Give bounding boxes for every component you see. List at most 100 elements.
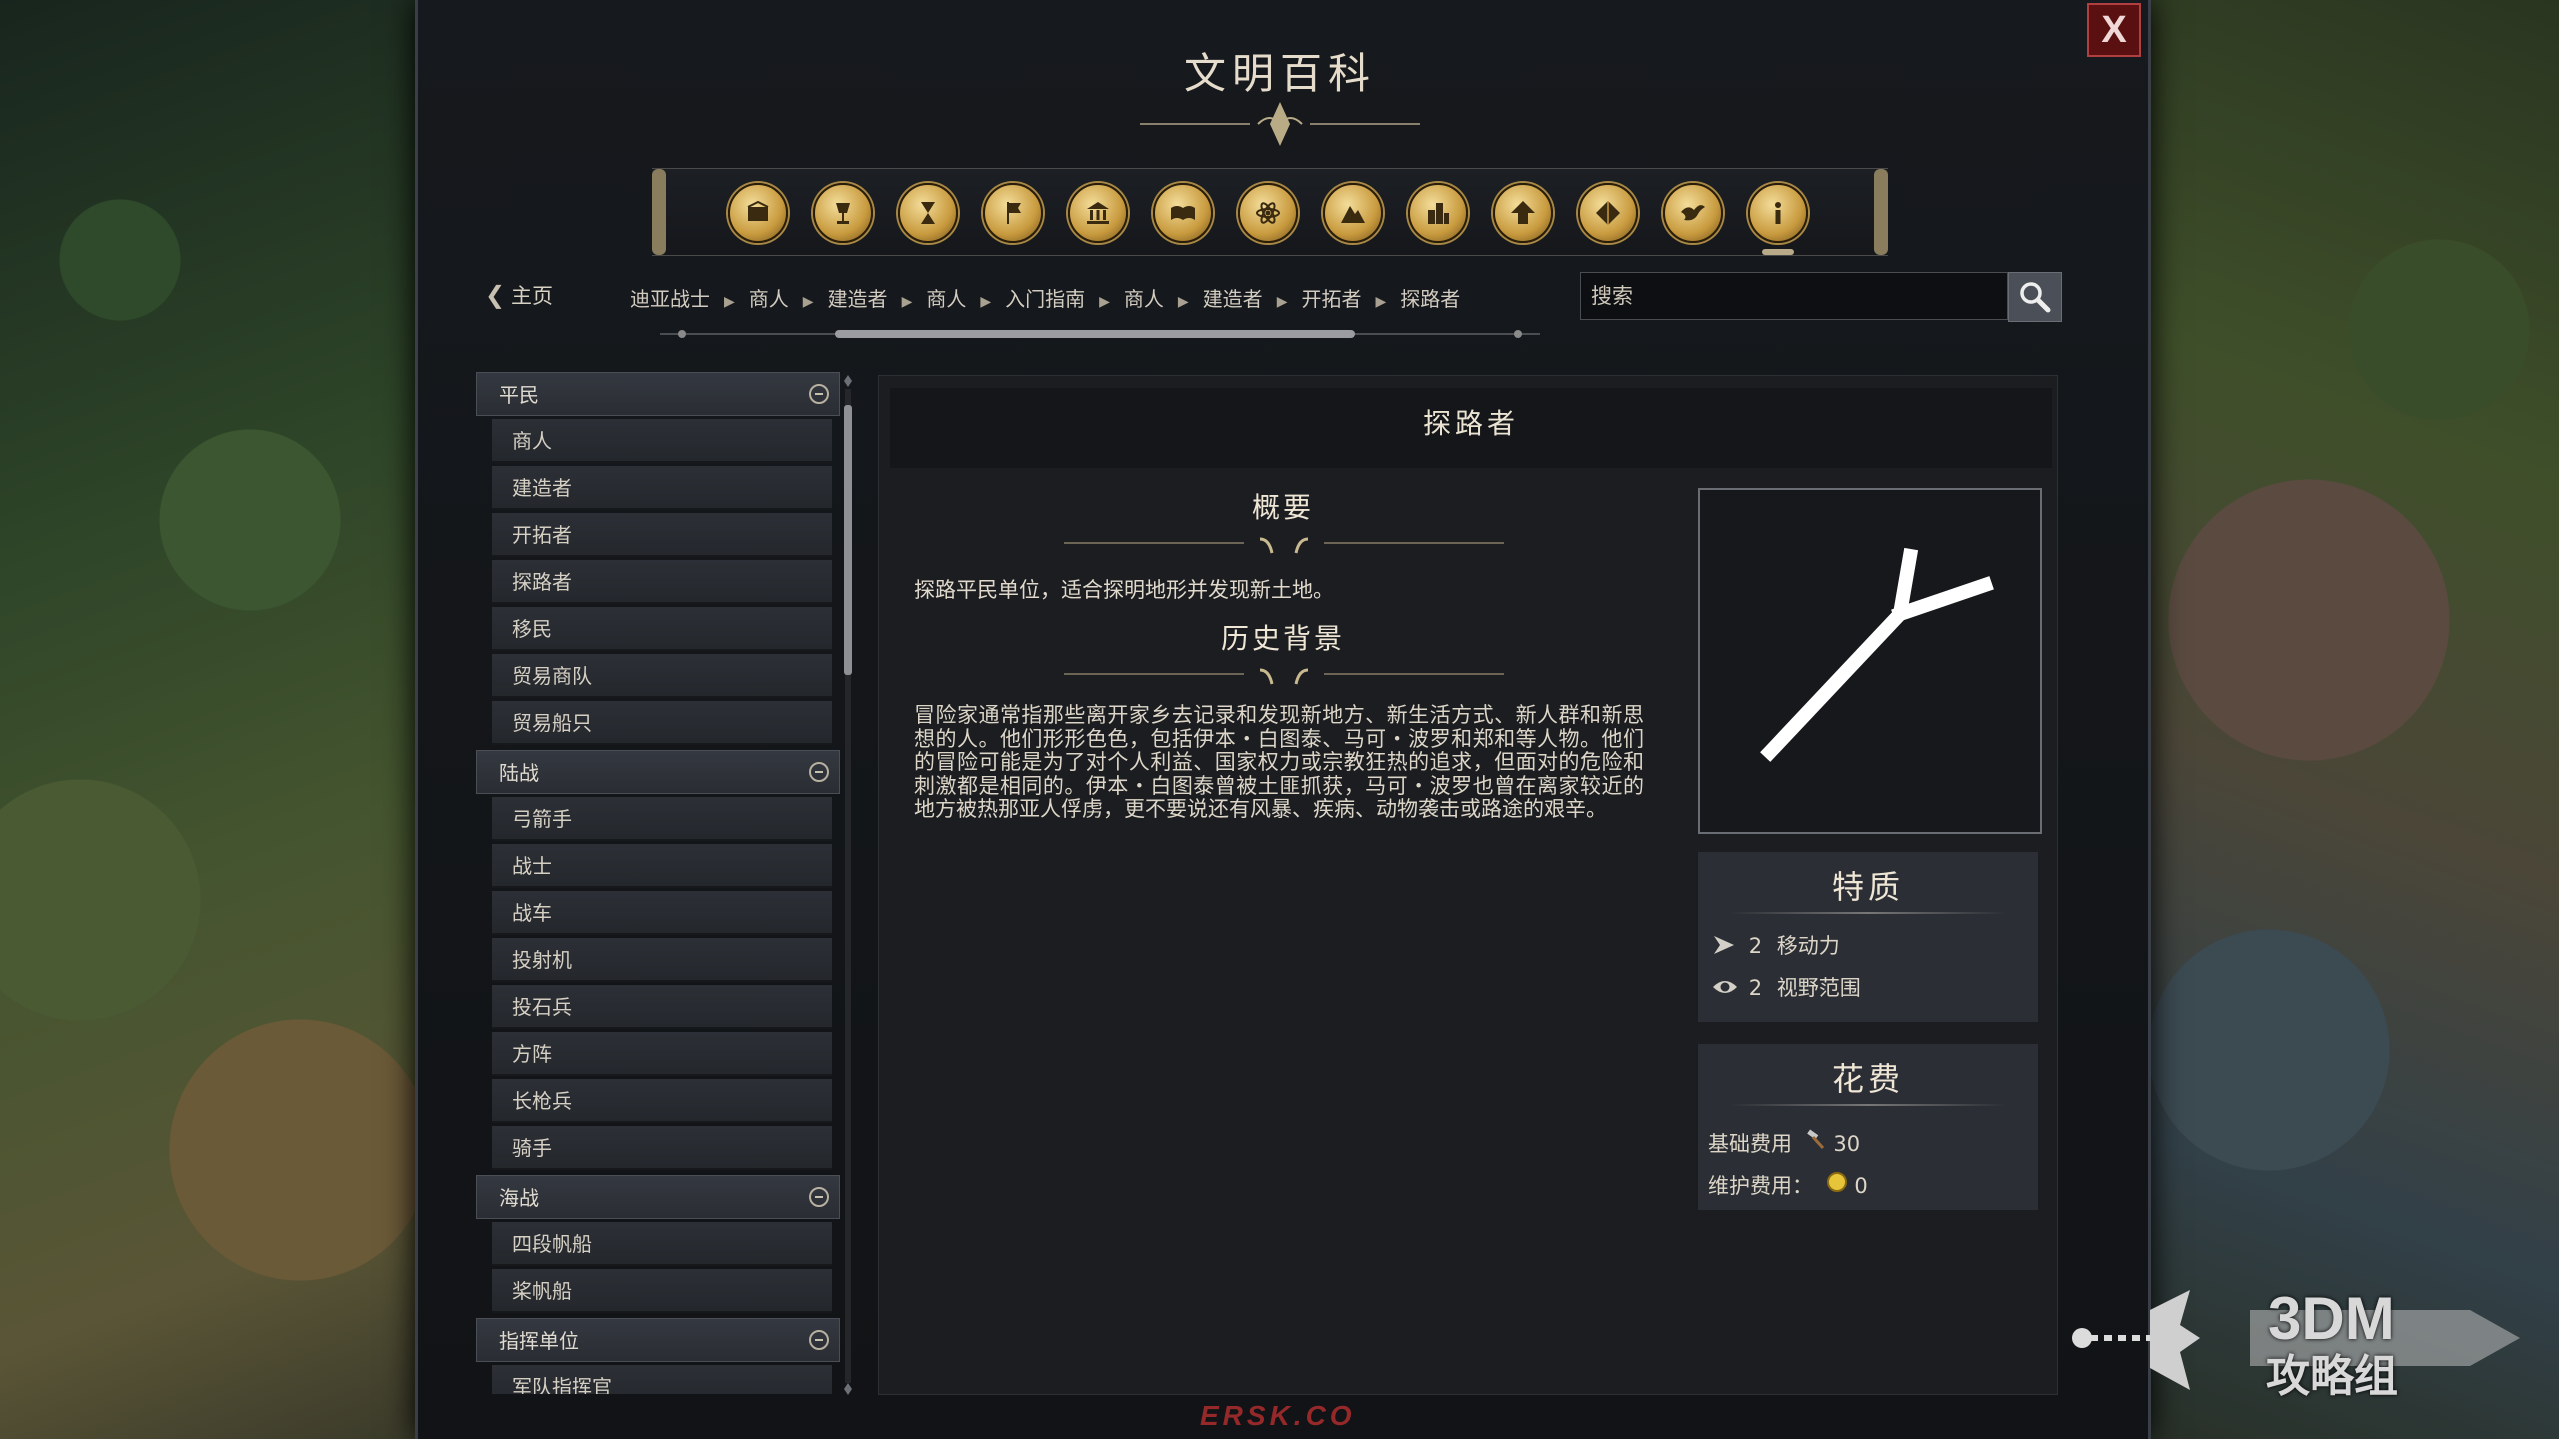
book-icon[interactable] <box>1153 183 1213 243</box>
unit-list: 平民 商人 建造者 开拓者 探路者 移民 贸易商队 贸易船只 陆战 弓箭手 战士… <box>476 372 841 1394</box>
category-commanders[interactable]: 指挥单位 <box>476 1318 840 1362</box>
list-item[interactable]: 长枪兵 <box>492 1079 832 1123</box>
category-label: 平民 <box>499 383 539 407</box>
list-item[interactable]: 投石兵 <box>492 985 832 1029</box>
category-naval[interactable]: 海战 <box>476 1175 840 1219</box>
list-item[interactable]: 移民 <box>492 607 832 651</box>
section-divider <box>1064 537 1504 554</box>
category-land-combat[interactable]: 陆战 <box>476 750 840 794</box>
breadcrumb-item-current[interactable]: 探路者 <box>1400 287 1460 311</box>
list-item[interactable]: 方阵 <box>492 1032 832 1076</box>
list-item[interactable]: 战士 <box>492 844 832 888</box>
list-item[interactable]: 商人 <box>492 419 832 463</box>
breadcrumb-item[interactable]: 开拓者 <box>1301 287 1361 311</box>
category-label: 指挥单位 <box>499 1329 579 1353</box>
collapse-icon[interactable] <box>809 1330 829 1350</box>
breadcrumb-item[interactable]: 建造者 <box>828 287 888 311</box>
breadcrumb-separator-icon: ▶ <box>1276 294 1288 310</box>
arrow-up-icon[interactable] <box>1493 183 1553 243</box>
info-icon[interactable] <box>1748 183 1808 255</box>
crate-icon[interactable] <box>728 183 788 243</box>
breadcrumb-item[interactable]: 建造者 <box>1203 287 1263 311</box>
search-button[interactable] <box>2008 272 2062 322</box>
traits-heading: 特质 <box>1831 868 1904 906</box>
title-ornament <box>1140 102 1420 146</box>
list-item[interactable]: 骑手 <box>492 1126 832 1170</box>
collapse-icon[interactable] <box>809 384 829 404</box>
cost-maintenance: 维护费用： 0 <box>1708 1170 1868 1200</box>
trait-label: 移动力 <box>1776 934 1840 958</box>
breadcrumb-separator-icon: ▶ <box>1375 294 1387 310</box>
history-heading: 历史背景 <box>1220 622 1345 655</box>
back-arrow-icon: ❮ <box>485 281 506 309</box>
hourglass-icon[interactable] <box>898 183 958 243</box>
collapse-icon[interactable] <box>809 1187 829 1207</box>
unit-list-scrollbar[interactable] <box>843 375 853 1395</box>
toolbar-right-cap <box>1874 169 1888 255</box>
map-background-right <box>2109 0 2559 1439</box>
gold-coin-icon <box>1826 1172 1847 1192</box>
list-item[interactable]: 四段帆船 <box>492 1222 832 1266</box>
list-item[interactable]: 贸易船只 <box>492 701 832 745</box>
cost-base: 基础费用 30 <box>1708 1128 1860 1158</box>
breadcrumb-item[interactable]: 入门指南 <box>1005 287 1085 311</box>
list-item[interactable]: 贸易商队 <box>492 654 832 698</box>
trait-sight: 2 视野范围 <box>1712 972 1861 1002</box>
breadcrumb-scrollbar[interactable] <box>660 328 1540 340</box>
breadcrumb: 迪亚战士 ▶ 商人 ▶ 建造者 ▶ 商人 ▶ 入门指南 ▶ 商人 ▶ 建造者 ▶ 开拓者 ▶ 探路者 <box>630 283 1530 313</box>
home-label: 主页 <box>511 284 553 308</box>
summary-heading: 概要 <box>1251 491 1314 524</box>
list-item[interactable]: 投射机 <box>492 938 832 982</box>
building-icon[interactable] <box>1068 183 1128 243</box>
close-button[interactable]: X <box>2087 3 2141 57</box>
site-watermark: ERSK.CO <box>1200 1400 1356 1431</box>
breadcrumb-separator-icon: ▶ <box>1099 294 1110 310</box>
breadcrumb-separator-icon: ▶ <box>802 294 814 310</box>
trait-movement: 2 移动力 <box>1712 930 1840 960</box>
cost-heading: 花费 <box>1831 1060 1904 1098</box>
category-label: 陆战 <box>499 761 539 785</box>
flag-icon[interactable] <box>983 183 1043 243</box>
search-icon <box>2020 282 2051 313</box>
movement-arrow-icon <box>1714 936 1734 954</box>
traits-divider <box>1730 912 2006 914</box>
window-title: 文明百科 <box>1183 49 1376 98</box>
chalice-icon[interactable] <box>813 183 873 243</box>
breadcrumb-separator-icon: ▶ <box>901 294 913 310</box>
city-icon[interactable] <box>1408 183 1468 243</box>
cube-icon[interactable] <box>1578 183 1638 243</box>
breadcrumb-item[interactable]: 商人 <box>926 287 966 311</box>
list-item-selected[interactable]: 探路者 <box>492 560 832 604</box>
collapse-icon[interactable] <box>809 762 829 782</box>
category-label: 海战 <box>499 1186 539 1210</box>
toolbar-left-cap <box>652 169 666 255</box>
list-item[interactable]: 开拓者 <box>492 513 832 557</box>
trait-value: 2 <box>1748 934 1763 958</box>
trait-value: 2 <box>1748 976 1763 1000</box>
summary-text: 探路平民单位，适合探明地形并发现新土地。 <box>914 578 1334 602</box>
list-item[interactable]: 建造者 <box>492 466 832 510</box>
atom-icon[interactable] <box>1238 183 1298 243</box>
cost-value: 0 <box>1854 1174 1868 1198</box>
hammer-icon <box>1806 1129 1824 1150</box>
eye-icon <box>1713 981 1737 993</box>
breadcrumb-separator-icon: ▶ <box>724 294 735 310</box>
breadcrumb-item[interactable]: 商人 <box>749 287 789 311</box>
mountain-icon[interactable] <box>1323 183 1383 243</box>
search-input[interactable] <box>1580 272 2008 320</box>
pathfinder-icon <box>1760 547 1994 762</box>
map-background-left <box>0 0 430 1439</box>
dove-icon[interactable] <box>1663 183 1723 243</box>
cost-label: 基础费用 <box>1708 1132 1792 1156</box>
category-civilian[interactable]: 平民 <box>476 372 840 416</box>
breadcrumb-item[interactable]: 商人 <box>1124 287 1164 311</box>
trait-label: 视野范围 <box>1776 976 1861 1000</box>
list-item[interactable]: 战车 <box>492 891 832 935</box>
list-item[interactable]: 军队指挥官 <box>492 1365 832 1394</box>
breadcrumb-separator-icon: ▶ <box>1177 294 1189 310</box>
unit-portrait <box>1698 488 2042 834</box>
list-item[interactable]: 弓箭手 <box>492 797 832 841</box>
home-link[interactable]: ❮ 主页 <box>485 280 553 310</box>
breadcrumb-item[interactable]: 迪亚战士 <box>630 287 710 311</box>
list-item[interactable]: 桨帆船 <box>492 1269 832 1313</box>
